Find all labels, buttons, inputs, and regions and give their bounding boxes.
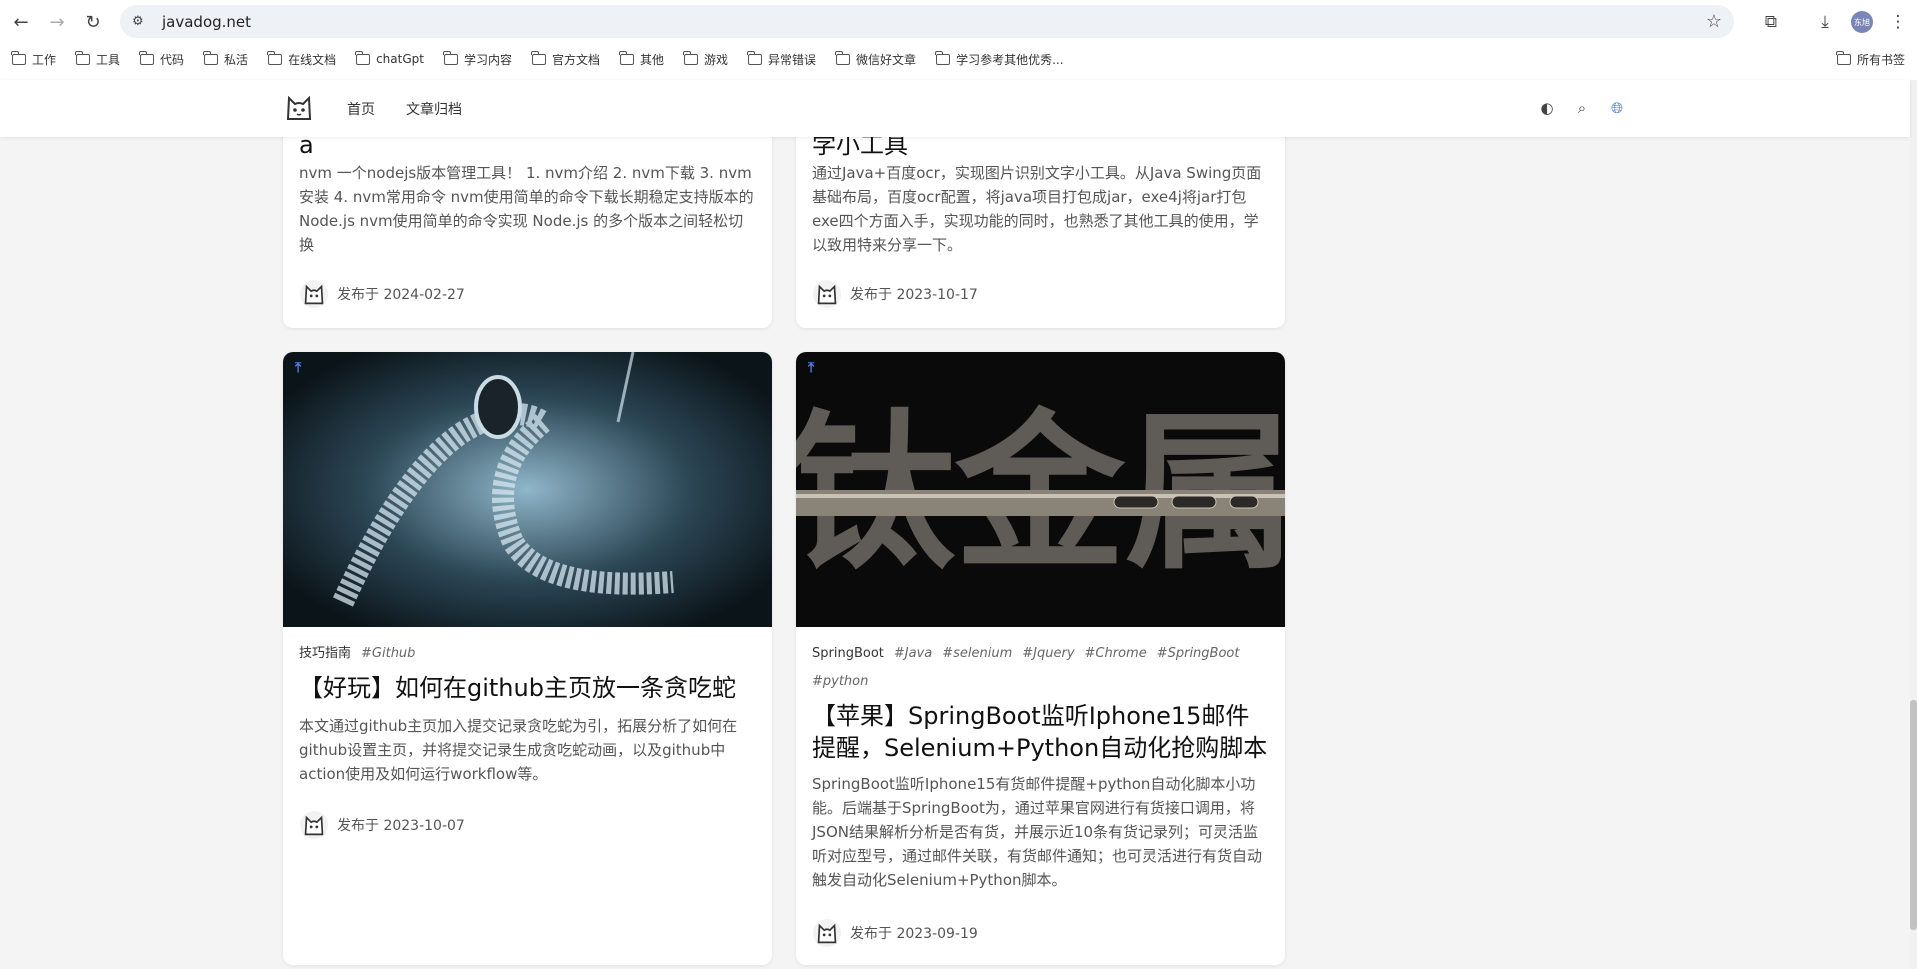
article-title[interactable]: 【好玩】如何在github主页放一条贪吃蛇 [299, 672, 756, 704]
article-card[interactable]: 钛金属 ⤒ SpringBoot #Java #selenium #Jquery #Ch… [796, 352, 1285, 965]
bookmark-folder[interactable]: 工作 [11, 50, 56, 68]
article-title[interactable]: a [299, 137, 756, 161]
article-title[interactable]: 学小工具 [812, 137, 1269, 161]
article-footer: 发布于 2024-02-27 [299, 279, 465, 309]
folder-icon [139, 50, 155, 65]
article-date: 发布于 2023-10-07 [337, 818, 465, 834]
article-cover-image[interactable] [283, 352, 772, 627]
author-avatar [299, 810, 329, 840]
article-tag[interactable]: #SpringBoot [1157, 646, 1240, 661]
address-bar[interactable]: ⚙ javadog.net ☆ [120, 5, 1734, 38]
article-list: a nvm 一个nodejs版本管理工具！ 1. nvm介绍 2. nvm下载 … [0, 137, 1910, 969]
all-bookmarks[interactable]: 所有书签 [1836, 45, 1905, 73]
article-card[interactable]: ⤒ 技巧指南 #Github 【好玩】如何在github主页放一条贪吃蛇 本文通过… [283, 352, 772, 965]
article-desc: nvm 一个nodejs版本管理工具！ 1. nvm介绍 2. nvm下载 3.… [299, 164, 754, 254]
bookmark-folder[interactable]: 在线文档 [267, 50, 336, 68]
menu-icon[interactable]: ⋮ [1885, 9, 1911, 35]
folder-icon [531, 50, 546, 65]
globe-icon[interactable]: 🌐︎ [1607, 98, 1627, 118]
article-tag[interactable]: #Chrome [1085, 646, 1147, 661]
folder-icon [747, 50, 763, 65]
folder-icon [75, 50, 91, 65]
site-header: 首页 文章归档 ◐ ⌕ 🌐︎ [0, 80, 1910, 137]
author-avatar [812, 279, 842, 309]
article-desc: 本文通过github主页加入提交记录贪吃蛇为引，拓展分析了如何在github设置… [299, 717, 738, 783]
article-title[interactable]: 【苹果】SpringBoot监听Iphone15邮件提醒，Selenium+Py… [812, 700, 1269, 764]
nav-archive[interactable]: 文章归档 [406, 99, 462, 119]
browser-chrome: ← → ↻ ⚙ javadog.net ☆ ⧉ ⤓ 东旭 ⋮ 工作 工具 代码 … [0, 0, 1917, 80]
article-footer: 发布于 2023-09-19 [812, 918, 978, 948]
folder-icon [1836, 50, 1851, 65]
bookmark-folder[interactable]: 其他 [619, 50, 664, 68]
extensions-icon[interactable]: ⧉ [1758, 9, 1784, 35]
bookmark-folder[interactable]: 工具 [75, 50, 120, 68]
folder-icon [619, 50, 634, 65]
forward-button[interactable]: → [44, 9, 70, 35]
nav-home[interactable]: 首页 [347, 99, 375, 119]
folder-icon [203, 50, 219, 65]
article-tag[interactable]: #Github [361, 646, 415, 661]
article-meta: 技巧指南 #Github [299, 640, 415, 668]
article-date: 发布于 2023-09-19 [850, 926, 978, 942]
bookmark-star-icon[interactable]: ☆ [1706, 11, 1722, 32]
url-text: javadog.net [162, 12, 252, 31]
article-tag[interactable]: #Jquery [1022, 646, 1074, 661]
reload-button[interactable]: ↻ [80, 9, 106, 35]
bookmark-folder[interactable]: 官方文档 [531, 50, 600, 68]
site-info-icon[interactable]: ⚙ [132, 14, 152, 29]
article-card[interactable]: a nvm 一个nodejs版本管理工具！ 1. nvm介绍 2. nvm下载 … [283, 137, 772, 328]
pinned-icon: ⤒ [295, 360, 302, 376]
folder-icon [443, 50, 458, 65]
bookmark-folder[interactable]: 游戏 [683, 50, 728, 68]
article-date: 发布于 2024-02-27 [337, 287, 465, 303]
bookmark-folder[interactable]: 学习内容 [443, 50, 512, 68]
article-tag[interactable]: #selenium [942, 646, 1012, 661]
folder-icon [835, 50, 851, 65]
article-desc: 通过Java+百度ocr，实现图片识别文字小工具。从Java Swing页面基础… [812, 164, 1262, 254]
article-category[interactable]: 技巧指南 [299, 646, 351, 661]
pinned-icon: ⤒ [808, 360, 815, 376]
bookmarks-bar: 工作 工具 代码 私活 在线文档 chatGpt 学习内容 官方文档 其他 游戏… [0, 45, 1917, 73]
article-date: 发布于 2023-10-17 [850, 287, 978, 303]
article-category[interactable]: SpringBoot [812, 646, 884, 661]
folder-icon [267, 50, 283, 65]
article-tag[interactable]: #Java [894, 646, 932, 661]
bookmark-folder[interactable]: 代码 [139, 50, 184, 68]
bookmark-folder[interactable]: chatGpt [355, 50, 424, 66]
bookmark-folder[interactable]: 私活 [203, 50, 248, 68]
site-logo[interactable] [283, 92, 315, 124]
article-cover-image[interactable]: 钛金属 [796, 352, 1285, 627]
browser-toolbar: ← → ↻ ⚙ javadog.net ☆ ⧉ ⤓ 东旭 ⋮ [0, 0, 1917, 42]
article-card[interactable]: 学小工具 通过Java+百度ocr，实现图片识别文字小工具。从Java Swin… [796, 137, 1285, 328]
download-icon[interactable]: ⤓ [1812, 9, 1838, 35]
scrollbar-thumb[interactable] [1910, 700, 1917, 930]
folder-icon [683, 50, 699, 65]
back-button[interactable]: ← [8, 9, 34, 35]
theme-toggle-icon[interactable]: ◐ [1537, 98, 1557, 118]
article-footer: 发布于 2023-10-07 [299, 810, 465, 840]
folder-icon [355, 50, 371, 65]
search-icon[interactable]: ⌕ [1572, 98, 1592, 118]
folder-icon [935, 50, 951, 65]
article-meta: SpringBoot #Java #selenium #Jquery #Chrome #S… [812, 640, 1269, 696]
profile-avatar[interactable]: 东旭 [1851, 11, 1873, 33]
bookmark-folder[interactable]: 学习参考其他优秀... [935, 50, 1064, 68]
page-scrollbar[interactable] [1910, 80, 1917, 969]
bookmark-folder[interactable]: 异常错误 [747, 50, 816, 68]
author-avatar [299, 279, 329, 309]
folder-icon [11, 50, 26, 65]
article-tag[interactable]: #python [812, 674, 868, 689]
article-footer: 发布于 2023-10-17 [812, 279, 978, 309]
bookmark-folder[interactable]: 微信好文章 [835, 50, 916, 68]
article-desc: SpringBoot监听Iphone15有货邮件提醒+python自动化脚本小功… [812, 775, 1263, 889]
author-avatar [812, 918, 842, 948]
